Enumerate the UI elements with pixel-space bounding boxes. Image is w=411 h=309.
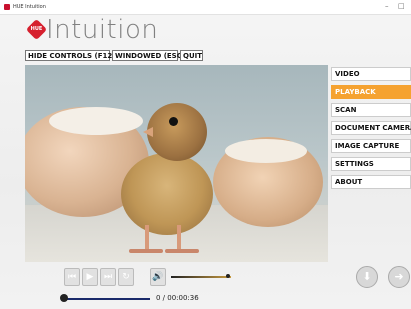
chick-foot-left [129,249,163,253]
window-title: HUE Intuition [13,4,46,10]
windowed-button[interactable]: WINDOWED (ESC) [112,50,185,61]
chick-eye [169,117,178,126]
hide-controls-button[interactable]: HIDE CONTROLS (F12) [25,50,115,61]
video-preview[interactable] [25,65,328,262]
menu-image-capture[interactable]: IMAGE CAPTURE [331,139,411,153]
time-readout: 0 / 00:00:36 [156,294,199,302]
skip-forward-icon[interactable]: ⏭ [100,268,116,286]
capture-icon[interactable]: ⬇ [356,266,378,288]
seek-bar[interactable] [64,298,150,300]
chick-leg-right [177,225,181,251]
loop-icon[interactable]: ↻ [118,268,134,286]
seek-knob[interactable] [60,294,68,302]
share-icon[interactable]: ➜ [388,266,410,288]
chick-body [121,153,213,235]
quit-button[interactable]: QUIT [180,50,203,61]
menu-video[interactable]: VIDEO [331,67,411,81]
play-icon[interactable]: ▶ [82,268,98,286]
chick-leg-left [145,225,149,251]
egg-right-inner [225,139,307,163]
chick-foot-right [165,249,199,253]
brand-title: Intuition [46,15,159,45]
logo-label: HUE [30,26,43,32]
chick-beak [143,127,153,137]
maximize-button[interactable]: □ [398,1,405,11]
volume-knob[interactable] [226,274,230,278]
minimize-button[interactable]: – [385,1,389,11]
volume-icon[interactable]: 🔊 [150,268,166,286]
menu-scan[interactable]: SCAN [331,103,411,117]
volume-slider[interactable] [171,276,231,278]
egg-left-inner [49,107,143,135]
skip-back-icon[interactable]: ⏮ [64,268,80,286]
menu-about[interactable]: ABOUT [331,175,411,189]
app-icon [4,4,10,10]
menu-playback[interactable]: PLAYBACK [331,85,411,99]
window-titlebar: HUE Intuition – □ [0,0,411,15]
menu-document-camera[interactable]: DOCUMENT CAMERA [331,121,411,135]
chick-head [147,103,207,161]
menu-settings[interactable]: SETTINGS [331,157,411,171]
